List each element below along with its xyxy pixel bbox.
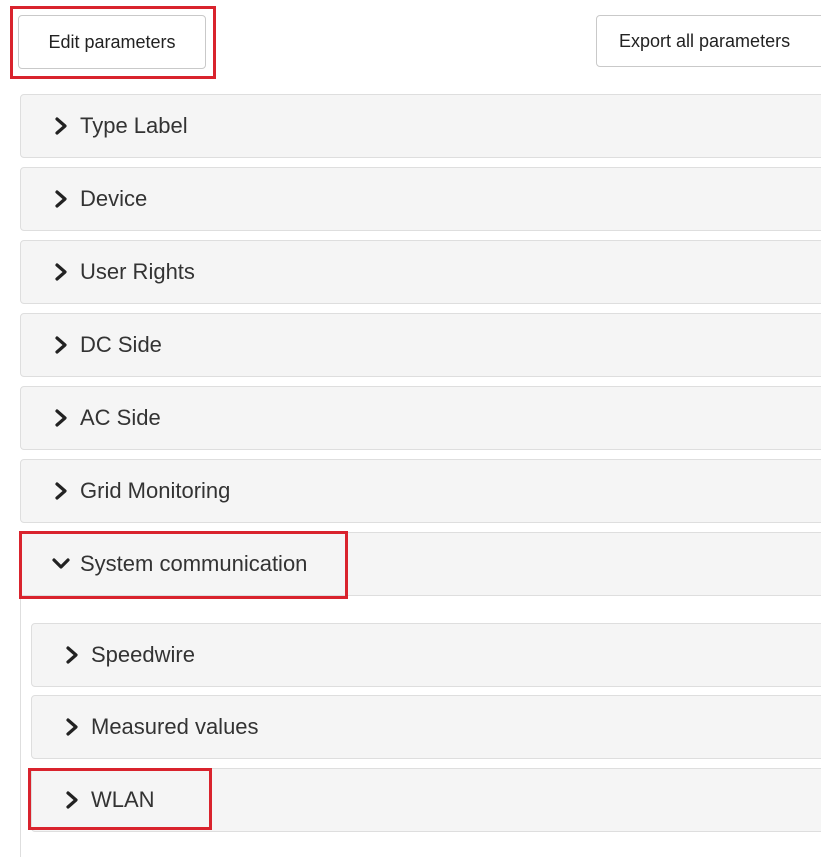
chevron-right-icon [62, 645, 82, 665]
group-label: AC Side [80, 405, 161, 430]
chevron-right-icon [51, 408, 71, 428]
group-dc-side[interactable]: DC Side [20, 313, 821, 377]
group-label: Type Label [80, 113, 188, 138]
group-device[interactable]: Device [20, 167, 821, 231]
chevron-right-icon [62, 717, 82, 737]
group-ac-side[interactable]: AC Side [20, 386, 821, 450]
group-system-communication[interactable]: System communication [20, 532, 821, 596]
group-user-rights[interactable]: User Rights [20, 240, 821, 304]
group-grid-monitoring[interactable]: Grid Monitoring [20, 459, 821, 523]
subgroup-label: WLAN [91, 787, 155, 812]
chevron-right-icon [51, 116, 71, 136]
subgroup-wlan[interactable]: WLAN [31, 768, 821, 832]
chevron-right-icon [51, 481, 71, 501]
chevron-right-icon [51, 335, 71, 355]
export-all-parameters-button[interactable]: Export all parameters [596, 15, 821, 67]
group-type-label[interactable]: Type Label [20, 94, 821, 158]
group-label: DC Side [80, 332, 162, 357]
group-label: Device [80, 186, 148, 211]
chevron-right-icon [51, 189, 71, 209]
chevron-right-icon [51, 262, 71, 282]
subgroup-label: Speedwire [91, 642, 195, 667]
export-all-parameters-label: Export all parameters [619, 30, 791, 51]
edit-parameters-label: Edit parameters [48, 31, 176, 52]
group-label: User Rights [80, 259, 195, 284]
subgroup-label: Measured values [91, 714, 259, 739]
subgroup-speedwire[interactable]: Speedwire [31, 623, 821, 687]
group-label: Grid Monitoring [80, 478, 231, 503]
subgroup-measured-values[interactable]: Measured values [31, 695, 821, 759]
chevron-down-icon [51, 554, 71, 574]
chevron-right-icon [62, 790, 82, 810]
edit-parameters-button[interactable]: Edit parameters [18, 15, 206, 69]
group-label: System communication [80, 551, 308, 576]
